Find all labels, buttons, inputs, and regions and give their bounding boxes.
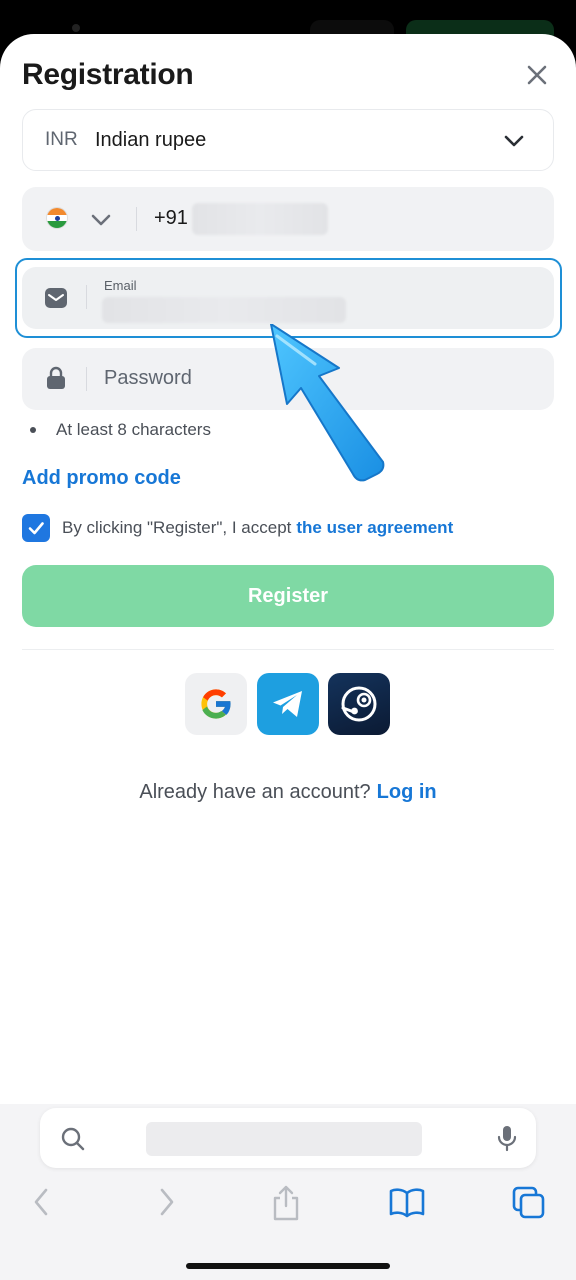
telegram-icon bbox=[273, 691, 302, 717]
telegram-login-button[interactable] bbox=[257, 673, 319, 735]
email-label: Email bbox=[104, 278, 137, 293]
chevron-down-icon bbox=[504, 135, 524, 147]
login-row: Already have an account? Log in bbox=[0, 781, 576, 804]
divider bbox=[136, 207, 137, 231]
password-hint: At least 8 characters bbox=[30, 420, 211, 440]
browser-toolbar bbox=[0, 1104, 576, 1280]
password-placeholder: Password bbox=[104, 367, 192, 389]
agreement-row: By clicking "Register", I accept the use… bbox=[22, 514, 453, 542]
back-icon[interactable] bbox=[28, 1184, 56, 1220]
bullet bbox=[30, 427, 36, 433]
section-divider bbox=[22, 649, 554, 650]
bookmarks-icon[interactable] bbox=[388, 1184, 426, 1220]
share-icon[interactable] bbox=[270, 1184, 302, 1222]
home-indicator bbox=[186, 1263, 390, 1269]
register-button[interactable]: Register bbox=[22, 565, 554, 627]
log-in-link[interactable]: Log in bbox=[377, 781, 437, 803]
page-title: Registration bbox=[22, 58, 194, 91]
lock-icon bbox=[47, 366, 65, 389]
check-icon bbox=[28, 522, 44, 535]
google-icon bbox=[201, 689, 232, 719]
pointer-arrow-icon bbox=[270, 324, 385, 482]
india-flag-icon[interactable] bbox=[46, 207, 68, 229]
registration-sheet: Registration INR Indian rupee +91 Email … bbox=[0, 34, 576, 1104]
forward-icon[interactable] bbox=[152, 1184, 180, 1220]
currency-code: INR bbox=[45, 129, 78, 150]
divider bbox=[86, 367, 87, 391]
status-dot bbox=[72, 24, 80, 32]
close-button[interactable] bbox=[520, 58, 554, 92]
url-redacted bbox=[146, 1122, 422, 1156]
search-icon bbox=[61, 1127, 85, 1151]
login-prompt: Already have an account? bbox=[139, 781, 371, 803]
close-icon bbox=[527, 65, 547, 85]
tabs-icon[interactable] bbox=[510, 1184, 548, 1220]
steam-icon bbox=[341, 686, 377, 722]
agreement-checkbox[interactable] bbox=[22, 514, 50, 542]
email-field[interactable]: Email bbox=[22, 267, 554, 329]
steam-login-button[interactable] bbox=[328, 673, 390, 735]
currency-name: Indian rupee bbox=[95, 129, 207, 151]
password-hint-text: At least 8 characters bbox=[56, 420, 211, 439]
address-bar[interactable] bbox=[40, 1108, 536, 1168]
phone-field[interactable]: +91 bbox=[22, 187, 554, 251]
add-promo-code-link[interactable]: Add promo code bbox=[22, 467, 181, 490]
phone-prefix: +91 bbox=[154, 207, 188, 229]
microphone-icon[interactable] bbox=[496, 1124, 518, 1152]
currency-select[interactable]: INR Indian rupee bbox=[22, 109, 554, 171]
google-login-button[interactable] bbox=[185, 673, 247, 735]
email-value-redacted bbox=[102, 297, 346, 323]
divider bbox=[86, 285, 87, 309]
mail-icon bbox=[45, 288, 67, 308]
chevron-down-icon[interactable] bbox=[88, 207, 114, 233]
user-agreement-link[interactable]: the user agreement bbox=[296, 518, 453, 538]
phone-number-redacted bbox=[192, 203, 328, 235]
agreement-text: By clicking "Register", I accept bbox=[62, 518, 292, 537]
